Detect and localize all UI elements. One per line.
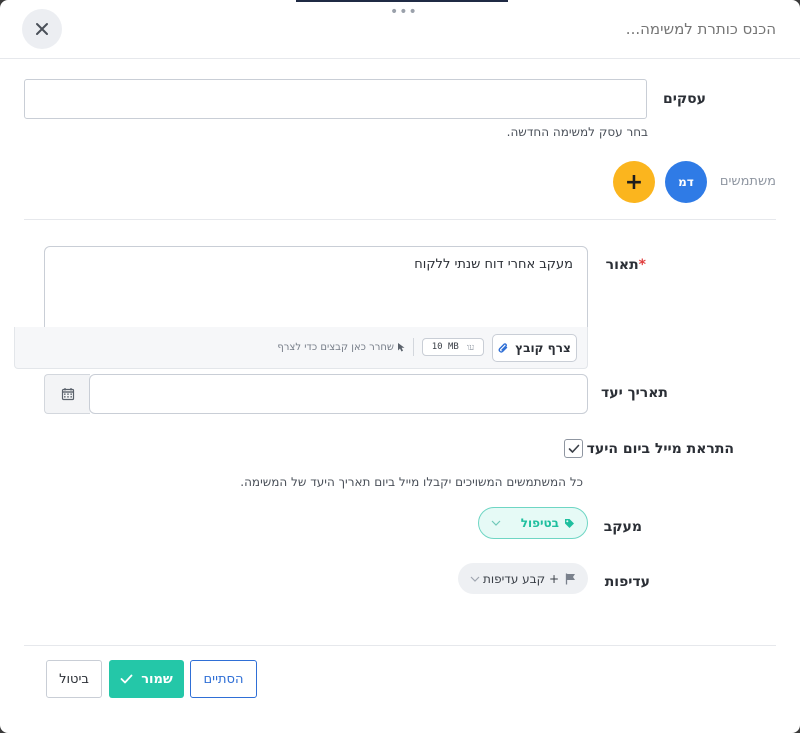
deals-label: עסקים <box>662 91 706 107</box>
chevron-down-icon <box>491 520 501 526</box>
header-divider <box>0 58 800 59</box>
task-modal: ••• עסקים בחר עסק למשימה החדשה. משתמשים … <box>0 0 800 733</box>
close-icon <box>36 23 48 35</box>
users-divider <box>24 219 776 220</box>
email-alert-checkbox[interactable] <box>564 439 583 458</box>
priority-dropdown[interactable]: + קבע עדיפות <box>458 563 588 594</box>
save-button[interactable]: שמור <box>109 660 184 698</box>
attach-file-label: צרף קובץ <box>515 341 571 355</box>
due-date-label: תאריך יעד <box>601 385 668 401</box>
description-label: *תאור <box>606 257 648 273</box>
required-mark: * <box>638 257 646 273</box>
priority-value: + קבע עדיפות <box>482 571 559 586</box>
size-unit: עו <box>466 342 475 353</box>
check-icon <box>120 674 133 684</box>
check-icon <box>568 444 579 453</box>
status-dropdown[interactable]: בטיפול <box>478 507 588 539</box>
add-user-button[interactable]: + <box>613 161 655 203</box>
deals-hint: בחר עסק למשימה החדשה. <box>506 125 648 139</box>
close-button[interactable] <box>22 9 62 49</box>
users-label: משתמשים <box>719 174 776 189</box>
attach-file-button[interactable]: צרף קובץ <box>492 334 577 362</box>
priority-label: עדיפות <box>604 574 650 590</box>
status-label: מעקב <box>603 519 642 535</box>
drop-hint: שחרר כאן קבצים כדי לצרף <box>274 338 406 356</box>
email-alert-label: התראת מייל ביום היעד <box>586 441 734 457</box>
tag-icon <box>565 518 574 528</box>
done-button[interactable]: הסתיים <box>190 660 257 698</box>
cursor-icon <box>398 343 405 352</box>
paperclip-icon <box>498 343 508 353</box>
status-value: בטיפול <box>520 516 559 530</box>
due-date-input[interactable] <box>89 374 588 414</box>
size-value: 10 MB <box>431 342 459 352</box>
chevron-down-icon <box>470 576 480 582</box>
save-label: שמור <box>141 671 173 687</box>
attachment-separator <box>413 338 414 356</box>
cancel-button[interactable]: ביטול <box>46 660 102 698</box>
task-title-input[interactable] <box>416 20 776 38</box>
email-alert-hint: כל המשתמשים המשויכים יקבלו מייל ביום תאר… <box>240 475 583 489</box>
calendar-button[interactable] <box>44 374 90 414</box>
flag-icon <box>565 573 575 584</box>
calendar-icon <box>61 388 74 401</box>
avatar[interactable]: דמ <box>665 161 707 203</box>
drop-hint-text: שחרר כאן קבצים כדי לצרף <box>277 341 394 353</box>
deals-select[interactable] <box>24 79 647 119</box>
top-accent-bar <box>296 0 508 2</box>
max-size-badge: עו 10 MB <box>422 338 484 356</box>
description-label-text: תאור <box>605 257 639 273</box>
drag-handle-icon[interactable]: ••• <box>390 5 418 19</box>
footer-divider <box>24 645 776 646</box>
description-textarea[interactable]: מעקב אחרי דוח שנתי ללקוח <box>44 246 588 328</box>
